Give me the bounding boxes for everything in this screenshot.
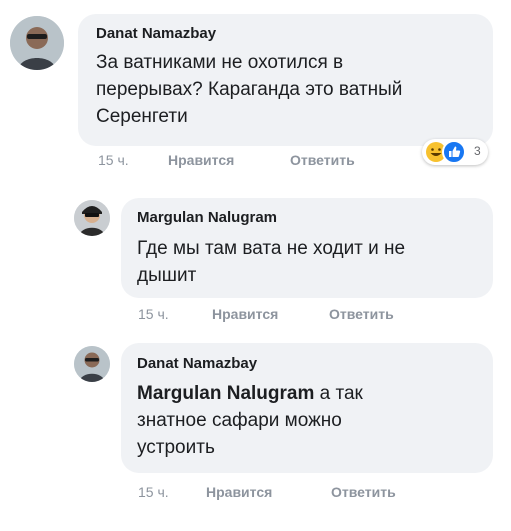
comment-text: За ватниками не охотился в перерывах? Ка… [96,49,486,130]
comment-timestamp[interactable]: 15 ч. [138,306,169,322]
comment-actions: 15 ч. Нравится Ответить [138,306,458,326]
reaction-count: 3 [474,144,481,158]
comment-actions: 15 ч. Нравится Ответить [98,152,418,172]
like-button[interactable]: Нравится [168,152,234,168]
avatar[interactable] [74,346,110,382]
comment-actions: 15 ч. Нравится Ответить [138,484,458,504]
reply-button[interactable]: Ответить [290,152,355,168]
profile-photo-icon [74,200,110,236]
comment-timestamp[interactable]: 15 ч. [98,152,129,168]
comment-author[interactable]: Danat Namazbay [137,355,257,372]
comment-text: Margulan Nalugram а так знатное сафари м… [137,380,487,461]
comment-text-line: знатное сафари можно [137,410,342,431]
comment-text: Где мы там вата не ходит и не дышит [137,235,487,289]
profile-photo-icon [74,346,110,382]
reply-button[interactable]: Ответить [329,306,394,322]
reactions-summary[interactable]: 3 [422,139,488,165]
comment-text-line: дышит [137,265,197,286]
profile-photo-icon [10,16,64,70]
mention-link[interactable]: Margulan Nalugram [137,383,314,404]
avatar[interactable] [10,16,64,70]
comment-text-line: перерывах? Караганда это ватный [96,79,403,100]
comment-text-line: устроить [137,437,215,458]
comment-timestamp[interactable]: 15 ч. [138,484,169,500]
avatar[interactable] [74,200,110,236]
like-button[interactable]: Нравится [206,484,272,500]
comment-text-line: Где мы там вата не ходит и не [137,238,406,259]
like-button[interactable]: Нравится [212,306,278,322]
like-thumb-icon [442,140,466,164]
comment-text-line: За ватниками не охотился в [96,52,344,73]
comment-text-fragment: а так [314,383,363,404]
comment-text-line: Margulan Nalugram а так [137,380,487,407]
comment-text-line: Серенгети [96,106,188,127]
comment-author[interactable]: Danat Namazbay [96,25,216,42]
reply-button[interactable]: Ответить [331,484,396,500]
comment-author[interactable]: Margulan Nalugram [137,209,277,226]
